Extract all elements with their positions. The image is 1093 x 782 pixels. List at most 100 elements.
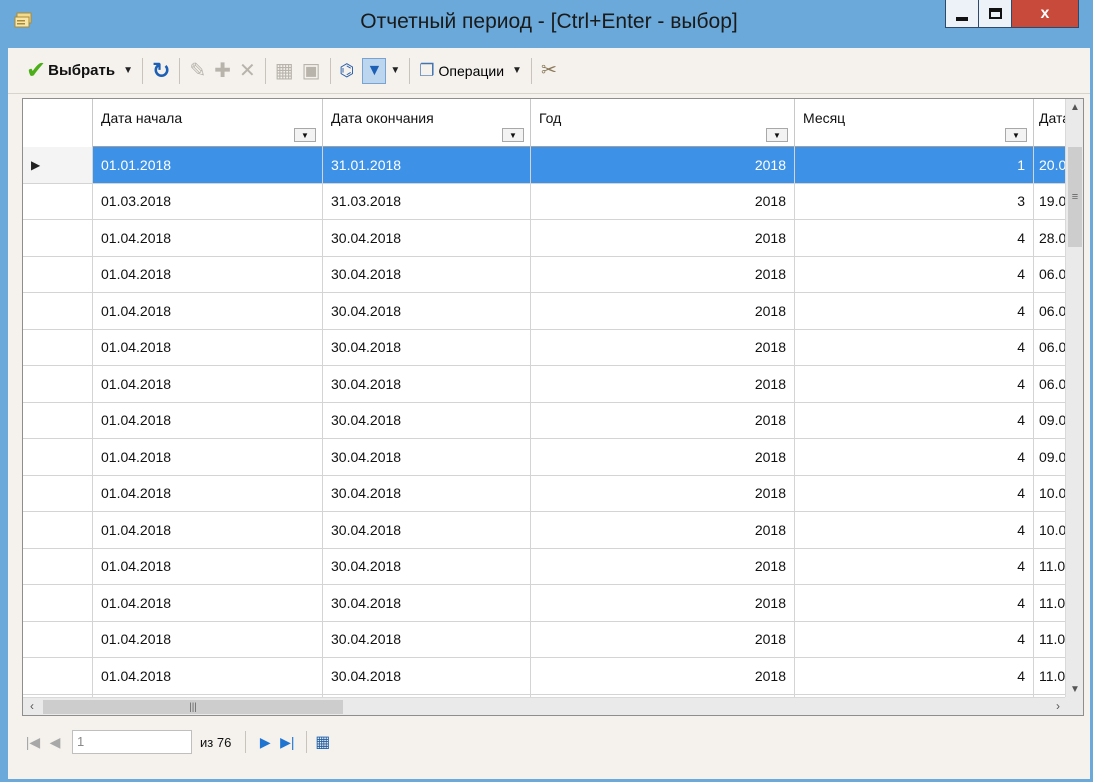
row-indicator[interactable]: ▶ — [23, 147, 93, 183]
cell-date[interactable]: 19.09. — [1034, 183, 1067, 219]
table-row[interactable]: 01.04.201830.04.20182018406.04. — [23, 366, 1067, 403]
cell-month[interactable]: 4 — [795, 293, 1034, 329]
cell-month[interactable]: 4 — [795, 548, 1034, 584]
cell-end-date[interactable]: 30.04.2018 — [323, 585, 531, 621]
cell-date[interactable]: 09.04. — [1034, 402, 1067, 438]
cell-year[interactable]: 2018 — [531, 621, 795, 657]
cell-year[interactable]: 2018 — [531, 366, 795, 402]
column-filter-icon[interactable]: ▼ — [766, 128, 788, 142]
cell-date[interactable]: 11.04. — [1034, 658, 1067, 694]
cell-date[interactable]: 20.09. — [1034, 147, 1067, 183]
cell-month[interactable]: 4 — [795, 585, 1034, 621]
cell-start-date[interactable]: 01.04.2018 — [93, 220, 323, 256]
cell-end-date[interactable]: 30.04.2018 — [323, 293, 531, 329]
row-indicator[interactable] — [23, 293, 93, 329]
table-row[interactable]: 01.04.201830.04.20182018411.04. — [23, 621, 1067, 658]
column-header-year[interactable]: Год ▼ — [531, 99, 795, 147]
vertical-scrollbar[interactable]: ▲ ≡ ▼ — [1065, 99, 1083, 699]
cell-start-date[interactable]: 01.04.2018 — [93, 256, 323, 292]
cell-year[interactable]: 2018 — [531, 475, 795, 511]
filter-button[interactable]: ▼ ▼ — [358, 56, 404, 86]
cell-start-date[interactable]: 01.04.2018 — [93, 293, 323, 329]
row-indicator[interactable] — [23, 621, 93, 657]
horizontal-scrollbar[interactable]: ‹ ||| › — [23, 697, 1067, 715]
table-row[interactable]: 01.04.201830.04.20182018406.04. — [23, 293, 1067, 330]
cell-year[interactable]: 2018 — [531, 512, 795, 548]
cell-year[interactable]: 2018 — [531, 439, 795, 475]
table-row[interactable]: 01.04.201830.04.20182018411.04. — [23, 585, 1067, 622]
cell-start-date[interactable]: 01.04.2018 — [93, 621, 323, 657]
cell-month[interactable]: 1 — [795, 147, 1034, 183]
tools-button[interactable]: ✂ — [537, 56, 561, 86]
cell-end-date[interactable]: 31.01.2018 — [323, 147, 531, 183]
cell-date[interactable]: 11.04. — [1034, 548, 1067, 584]
scroll-left-icon[interactable]: ‹ — [23, 698, 41, 715]
column-filter-icon[interactable]: ▼ — [1005, 128, 1027, 142]
table-row[interactable]: 01.04.201830.04.20182018410.04. — [23, 512, 1067, 549]
cell-start-date[interactable]: 01.04.2018 — [93, 512, 323, 548]
cell-month[interactable]: 4 — [795, 256, 1034, 292]
cell-start-date[interactable]: 01.04.2018 — [93, 475, 323, 511]
row-indicator[interactable] — [23, 475, 93, 511]
cell-month[interactable]: 4 — [795, 621, 1034, 657]
save-button[interactable]: ▦ — [271, 56, 298, 86]
cell-start-date[interactable]: 01.04.2018 — [93, 585, 323, 621]
filter-dropdown-icon[interactable]: ▼ — [390, 65, 400, 76]
cell-start-date[interactable]: 01.03.2018 — [93, 183, 323, 219]
cell-date[interactable]: 06.04. — [1034, 293, 1067, 329]
cell-date[interactable]: 06.04. — [1034, 366, 1067, 402]
scroll-up-icon[interactable]: ▲ — [1066, 99, 1083, 117]
maximize-button[interactable] — [978, 0, 1012, 28]
cell-month[interactable]: 4 — [795, 329, 1034, 365]
minimize-button[interactable] — [945, 0, 979, 28]
cell-date[interactable]: 11.04. — [1034, 585, 1067, 621]
cell-year[interactable]: 2018 — [531, 329, 795, 365]
cell-start-date[interactable]: 01.04.2018 — [93, 658, 323, 694]
column-header-date[interactable]: Дата — [1034, 99, 1070, 147]
edit-button[interactable]: ✎ — [185, 56, 210, 86]
cell-end-date[interactable]: 30.04.2018 — [323, 256, 531, 292]
cell-date[interactable]: 06.04. — [1034, 256, 1067, 292]
next-record-icon[interactable]: ▶ — [254, 734, 276, 751]
chevron-down-icon[interactable]: ▼ — [123, 65, 133, 76]
cell-end-date[interactable]: 30.04.2018 — [323, 548, 531, 584]
table-row[interactable]: ▶ 01.01.201831.01.20182018120.09. — [23, 147, 1067, 184]
cell-year[interactable]: 2018 — [531, 256, 795, 292]
delete-button[interactable]: ✕ — [235, 56, 260, 86]
cell-start-date[interactable]: 01.01.2018 — [93, 147, 323, 183]
save-all-button[interactable]: ▣ — [298, 56, 325, 86]
cell-month[interactable]: 4 — [795, 402, 1034, 438]
cell-date[interactable]: 06.04. — [1034, 329, 1067, 365]
table-row[interactable]: 01.04.201830.04.20182018410.04. — [23, 475, 1067, 512]
table-row[interactable]: 01.04.201830.04.20182018411.04. — [23, 658, 1067, 695]
row-indicator[interactable] — [23, 329, 93, 365]
cell-year[interactable]: 2018 — [531, 402, 795, 438]
table-row[interactable]: 01.04.201830.04.20182018409.04. — [23, 402, 1067, 439]
table-row[interactable]: 01.04.201830.04.20182018409.04. — [23, 439, 1067, 476]
column-filter-icon[interactable]: ▼ — [502, 128, 524, 142]
cell-year[interactable]: 2018 — [531, 585, 795, 621]
vertical-scroll-thumb[interactable]: ≡ — [1068, 147, 1082, 247]
table-row[interactable]: 01.04.201830.04.20182018406.04. — [23, 256, 1067, 293]
cell-start-date[interactable]: 01.04.2018 — [93, 366, 323, 402]
cell-end-date[interactable]: 30.04.2018 — [323, 512, 531, 548]
cell-end-date[interactable]: 30.04.2018 — [323, 329, 531, 365]
operations-button[interactable]: ❐ Операции ▼ — [415, 56, 526, 86]
cell-date[interactable]: 10.04. — [1034, 512, 1067, 548]
cell-month[interactable]: 4 — [795, 366, 1034, 402]
cell-month[interactable]: 4 — [795, 512, 1034, 548]
select-button[interactable]: ✔ Выбрать ▼ — [22, 56, 137, 86]
cell-month[interactable]: 4 — [795, 658, 1034, 694]
cell-year[interactable]: 2018 — [531, 293, 795, 329]
cell-end-date[interactable]: 30.04.2018 — [323, 439, 531, 475]
column-filter-icon[interactable]: ▼ — [294, 128, 316, 142]
horizontal-scroll-thumb[interactable]: ||| — [43, 700, 343, 714]
table-row[interactable]: 01.04.201830.04.20182018406.04. — [23, 329, 1067, 366]
column-header-month[interactable]: Месяц ▼ — [795, 99, 1034, 147]
cell-end-date[interactable]: 30.04.2018 — [323, 475, 531, 511]
row-indicator[interactable] — [23, 658, 93, 694]
chevron-down-icon[interactable]: ▼ — [512, 65, 522, 76]
cell-start-date[interactable]: 01.04.2018 — [93, 402, 323, 438]
cell-date[interactable]: 28.04. — [1034, 220, 1067, 256]
cell-start-date[interactable]: 01.04.2018 — [93, 548, 323, 584]
